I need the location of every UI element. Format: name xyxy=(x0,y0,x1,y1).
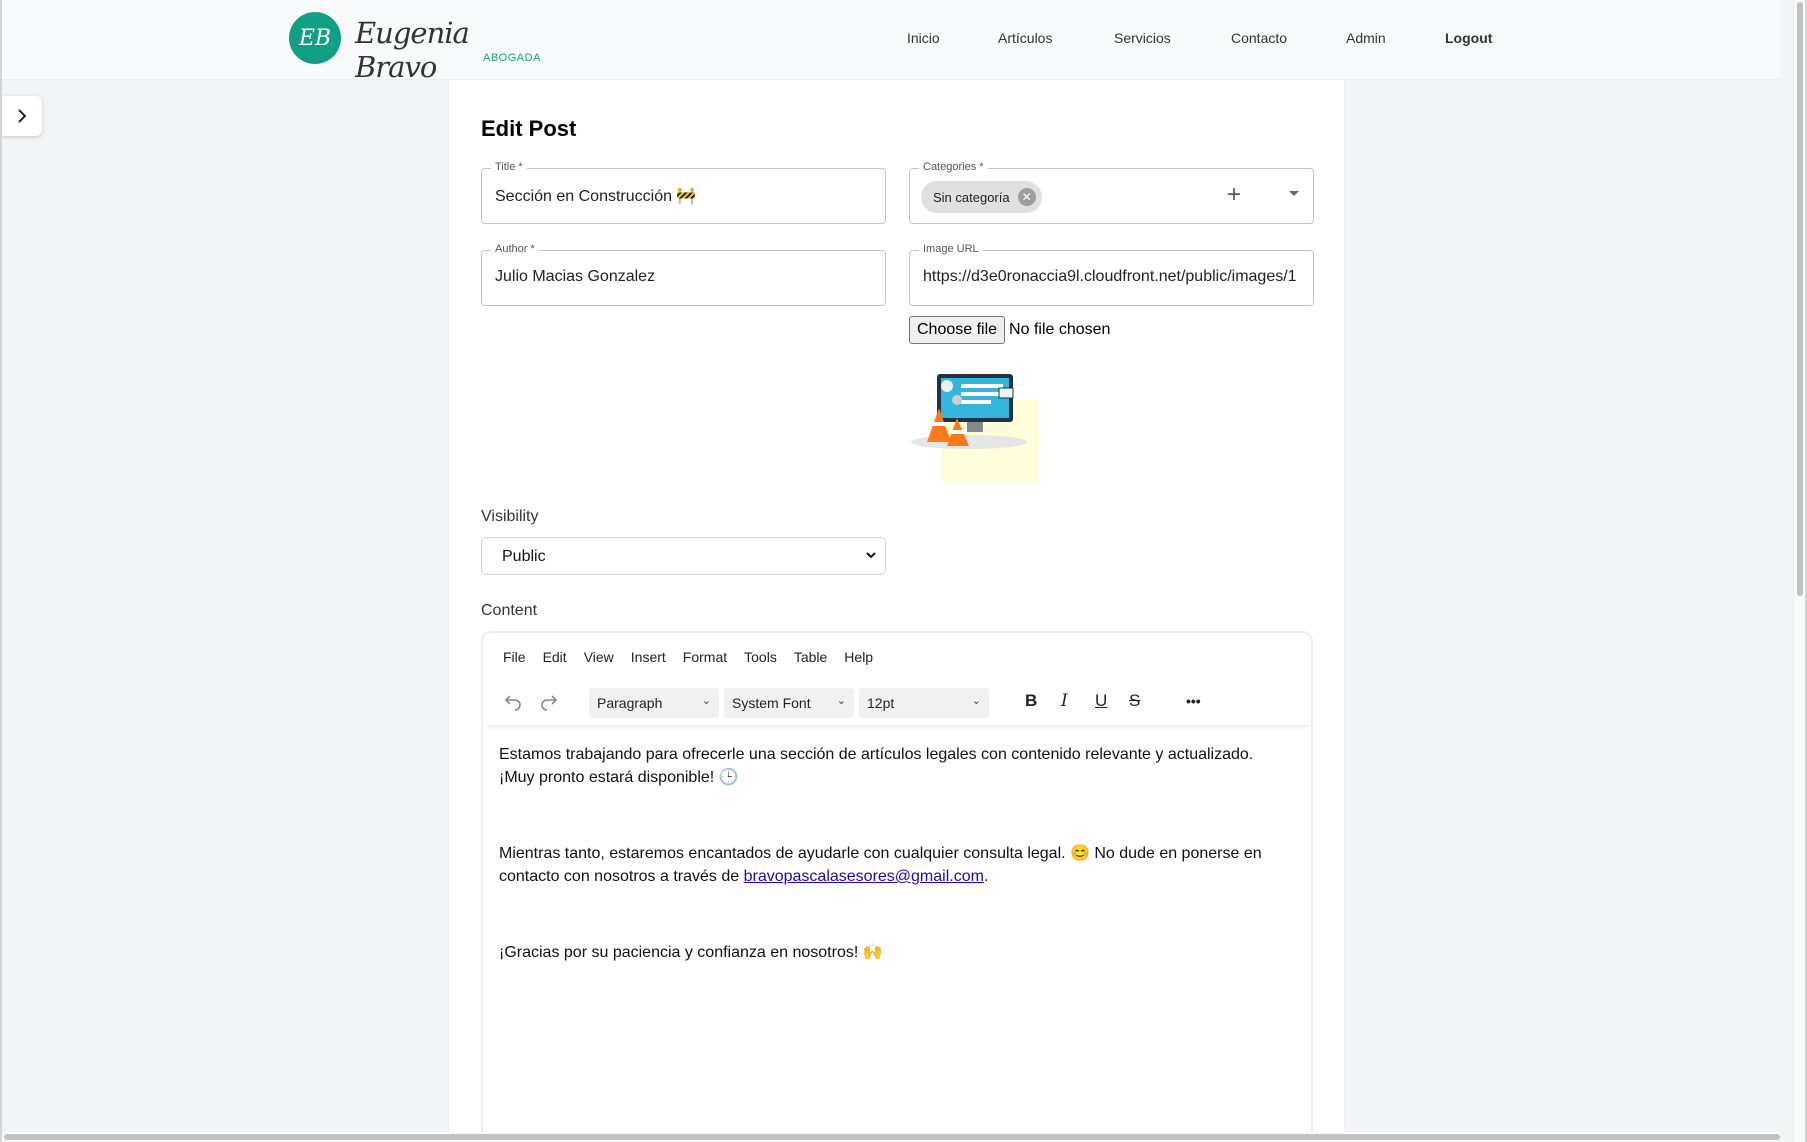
nav-admin[interactable]: Admin xyxy=(1346,30,1386,46)
more-options-button[interactable]: ••• xyxy=(1186,693,1201,709)
category-chip-label: Sin categoría xyxy=(933,189,1010,205)
file-upload: Choose file No file chosen xyxy=(909,316,1110,344)
image-url-label: Image URL xyxy=(919,243,983,255)
image-url-field[interactable]: Image URL https://d3e0ronaccia9l.cloudfr… xyxy=(909,243,1314,306)
visibility-value: Public xyxy=(502,548,546,565)
content-label: Content xyxy=(481,602,538,619)
sidebar-toggle-button[interactable] xyxy=(2,96,42,136)
dropdown-caret-icon[interactable] xyxy=(1289,191,1299,196)
visibility-label: Visibility xyxy=(481,508,539,525)
title-input-value[interactable]: Sección en Construcción 🚧 xyxy=(495,186,875,206)
close-circle-icon[interactable]: ✕ xyxy=(1017,188,1036,206)
file-status: No file chosen xyxy=(1009,321,1111,338)
content-paragraph: ¡Gracias por su paciencia y confianza en… xyxy=(499,944,883,961)
editor-menubar: File Edit View Insert Format Tools Table… xyxy=(503,649,890,665)
editor-content[interactable]: Estamos trabajando para ofrecerle una se… xyxy=(499,743,1299,964)
author-field[interactable]: Author * Julio Macias Gonzalez xyxy=(481,243,886,306)
chevron-down-icon: ⌄ xyxy=(836,695,846,707)
nav-servicios[interactable]: Servicios xyxy=(1114,30,1171,46)
page-title: Edit Post xyxy=(481,116,577,141)
scrollbar-thumb[interactable] xyxy=(1797,2,1803,596)
top-header: EB Eugenia Bravo ABOGADA Inicio Artículo… xyxy=(2,0,1780,84)
nav-articulos[interactable]: Artículos xyxy=(998,30,1052,46)
categories-field[interactable]: Categories * Sin categoría ✕ + xyxy=(909,161,1314,224)
menu-format[interactable]: Format xyxy=(683,649,727,665)
scrollbar-thumb[interactable] xyxy=(4,1134,1780,1140)
menu-file[interactable]: File xyxy=(503,649,526,665)
category-chip[interactable]: Sin categoría ✕ xyxy=(921,181,1042,213)
underline-button[interactable]: U xyxy=(1095,691,1107,711)
chevron-down-icon xyxy=(866,552,876,559)
nav-contacto[interactable]: Contacto xyxy=(1231,30,1287,46)
image-url-input-value[interactable]: https://d3e0ronaccia9l.cloudfront.net/pu… xyxy=(923,268,1300,286)
choose-file-button[interactable]: Choose file xyxy=(909,316,1006,344)
author-label: Author * xyxy=(491,243,539,255)
chevron-down-icon: ⌄ xyxy=(701,695,711,707)
visibility-select[interactable]: Public xyxy=(481,537,886,575)
rich-text-editor: File Edit View Insert Format Tools Table… xyxy=(481,631,1313,1142)
horizontal-scrollbar[interactable] xyxy=(2,1132,1780,1142)
menu-help[interactable]: Help xyxy=(844,649,873,665)
editor-toolbar: Paragraph ⌄ System Font ⌄ 12pt ⌄ B I U S… xyxy=(483,681,1311,725)
logo-monogram: EB xyxy=(289,12,341,64)
author-input-value[interactable]: Julio Macias Gonzalez xyxy=(495,268,875,286)
block-format-select[interactable]: Paragraph ⌄ xyxy=(589,688,719,718)
bold-button[interactable]: B xyxy=(1025,691,1037,711)
email-link[interactable]: bravopascalasesores@gmail.com xyxy=(744,868,984,885)
title-field[interactable]: Title * Sección en Construcción 🚧 xyxy=(481,161,886,224)
plus-icon[interactable]: + xyxy=(1227,181,1241,209)
vertical-scrollbar[interactable] xyxy=(1793,0,1805,1142)
logo-name: Eugenia Bravo xyxy=(355,16,470,84)
font-size-select[interactable]: 12pt ⌄ xyxy=(859,688,989,718)
undo-icon[interactable] xyxy=(503,691,523,711)
content-paragraph: Estamos trabajando para ofrecerle una se… xyxy=(499,746,1254,763)
chevron-down-icon: ⌄ xyxy=(971,695,981,707)
content-paragraph: ¡Muy pronto estará disponible! 🕒 xyxy=(499,769,739,786)
font-family-select[interactable]: System Font ⌄ xyxy=(724,688,854,718)
menu-insert[interactable]: Insert xyxy=(631,649,666,665)
content-paragraph: Mientras tanto, estaremos encantados de … xyxy=(499,845,1262,885)
redo-icon[interactable] xyxy=(539,691,559,711)
title-label: Title * xyxy=(491,161,527,173)
categories-label: Categories * xyxy=(919,161,988,173)
brand-logo[interactable]: EB Eugenia Bravo ABOGADA xyxy=(289,12,555,84)
post-image-preview xyxy=(911,374,1039,482)
nav-inicio[interactable]: Inicio xyxy=(907,30,940,46)
menu-view[interactable]: View xyxy=(584,649,614,665)
menu-table[interactable]: Table xyxy=(794,649,827,665)
logo-subtitle: ABOGADA xyxy=(483,52,541,64)
menu-tools[interactable]: Tools xyxy=(744,649,777,665)
menu-edit[interactable]: Edit xyxy=(543,649,567,665)
strikethrough-button[interactable]: S xyxy=(1129,691,1140,711)
nav-logout[interactable]: Logout xyxy=(1445,30,1492,46)
chevron-right-icon xyxy=(18,109,27,123)
italic-button[interactable]: I xyxy=(1061,691,1068,711)
edit-post-card: Edit Post Title * Sección en Construcció… xyxy=(448,80,1345,1142)
